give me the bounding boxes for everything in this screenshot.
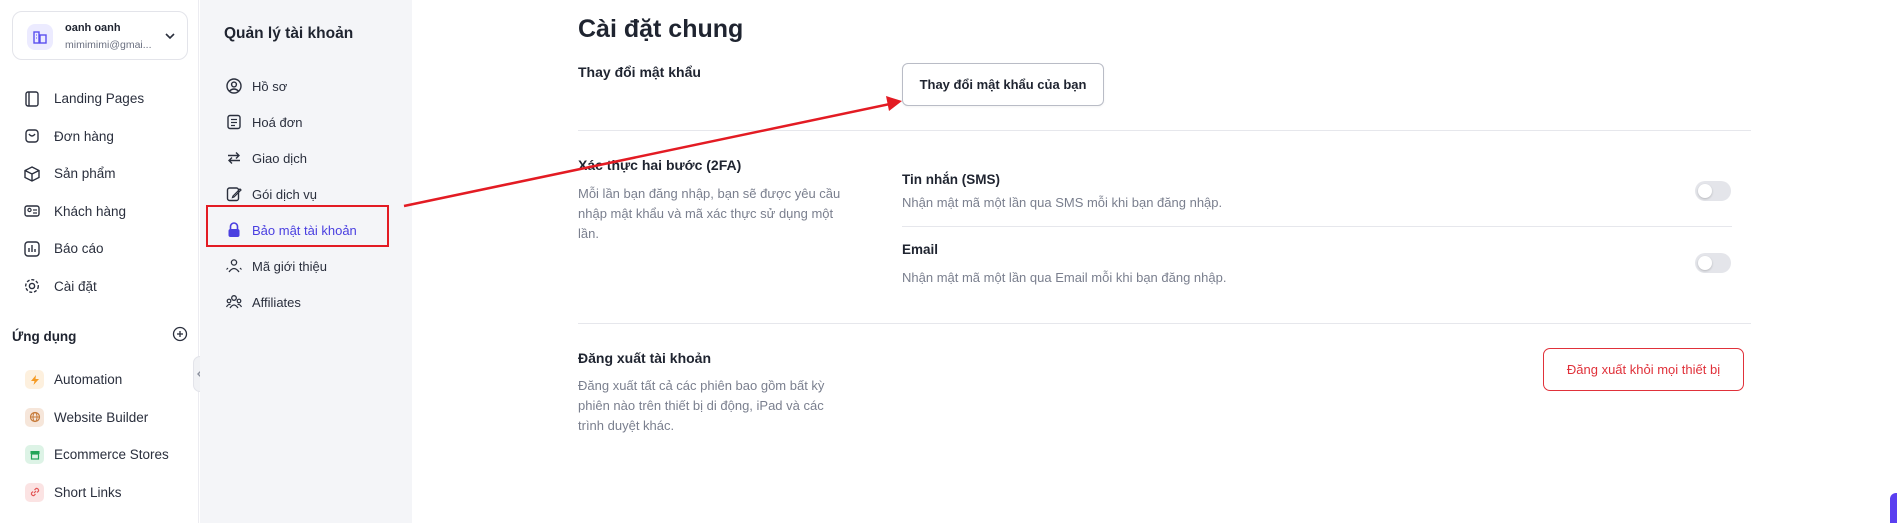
nav-label: Báo cáo [54,241,104,257]
website-builder-icon [25,407,44,427]
ecommerce-stores-icon [25,445,44,465]
logout-all-devices-button[interactable]: Đăng xuất khỏi mọi thiết bị [1543,348,1744,391]
menu-label: Affiliates [252,294,301,310]
main-nav: Landing Pages Đơn hàng Sản phẩm Khách hà… [22,80,144,305]
corner-widget[interactable] [1890,493,1897,523]
app-sidebar: oanh oanh mimimimi@gmai... Landing Pages… [0,0,199,523]
menu-label: Hoá đơn [252,114,303,130]
option-divider [902,226,1732,227]
sms-2fa-toggle[interactable] [1695,181,1731,201]
account-email: mimimimi@gmai... [65,39,152,51]
apps-list: Automation Website Builder Ecommerce Sto… [25,361,169,511]
nav-item-orders[interactable]: Đơn hàng [22,118,144,156]
logout-description: Đăng xuất tất cả các phiên bao gồm bất k… [578,378,825,433]
page-title: Cài đặt chung [578,15,744,43]
logout-label: Đăng xuất tài khoản [578,350,712,366]
sms-option-description: Nhận mật mã một lần qua SMS mỗi khi bạn … [902,195,1223,210]
email-option-title: Email [902,242,939,257]
app-item-short-links[interactable]: Short Links [25,474,169,512]
app-label: Ecommerce Stores [54,447,169,463]
nav-label: Sản phẩm [54,166,116,182]
automation-icon [25,370,44,390]
app-item-automation[interactable]: Automation [25,361,169,399]
chevron-down-icon [163,29,177,48]
menu-label: Giao dịch [252,150,307,166]
orders-icon [22,126,42,146]
annotation-highlight-box [206,205,389,247]
twofa-label: Xác thực hai bước (2FA) [578,157,742,173]
nav-item-settings[interactable]: Cài đặt [22,268,144,306]
app-label: Website Builder [54,409,149,425]
toggle-knob [1698,184,1712,198]
customers-icon [22,201,42,221]
settings-icon [22,276,42,296]
menu-label: Mã giới thiệu [252,258,328,274]
email-option-description: Nhận mật mã một lần qua Email mỗi khi bạ… [902,270,1227,285]
landing-pages-icon [22,89,42,109]
menu-item-referral-code[interactable]: Mã giới thiệu [224,248,357,284]
nav-label: Cài đặt [54,278,97,294]
nav-label: Đơn hàng [54,128,114,144]
referral-icon [224,256,244,276]
short-links-icon [25,482,44,502]
nav-item-landing-pages[interactable]: Landing Pages [22,80,144,118]
change-password-label: Thay đổi mật khẩu [578,64,701,80]
nav-label: Khách hàng [54,203,127,219]
app-label: Automation [54,372,123,388]
account-menu-list: Hồ sơ Hoá đơn Giao dịch Gói dịch vụ Bảo … [224,68,357,320]
invoice-icon [224,112,244,132]
transactions-icon [224,148,244,168]
nav-item-products[interactable]: Sản phẩm [22,155,144,193]
sms-option-title: Tin nhắn (SMS) [902,172,1000,187]
apps-header: Ứng dụng [12,326,188,346]
nav-item-reports[interactable]: Báo cáo [22,230,144,268]
products-icon [22,164,42,184]
section-divider [578,130,1751,131]
menu-item-profile[interactable]: Hồ sơ [224,68,357,104]
menu-label: Hồ sơ [252,78,288,94]
menu-label: Gói dịch vụ [252,186,318,202]
menu-item-transactions[interactable]: Giao dịch [224,140,357,176]
account-name: oanh oanh [65,22,121,34]
building-icon [27,24,53,50]
affiliates-icon [224,292,244,312]
apps-title: Ứng dụng [12,328,77,344]
app-label: Short Links [54,484,122,500]
menu-item-invoice[interactable]: Hoá đơn [224,104,357,140]
add-app-icon[interactable] [172,326,188,347]
service-plan-icon [224,184,244,204]
section-divider [578,323,1751,324]
nav-label: Landing Pages [54,91,145,107]
app-item-ecommerce-stores[interactable]: Ecommerce Stores [25,436,169,474]
app-item-website-builder[interactable]: Website Builder [25,399,169,437]
change-password-button[interactable]: Thay đổi mật khẩu của bạn [902,63,1104,106]
nav-item-customers[interactable]: Khách hàng [22,193,144,231]
profile-icon [224,76,244,96]
account-switcher[interactable]: oanh oanh mimimimi@gmai... [12,11,188,60]
account-management-sidebar: Quản lý tài khoản Hồ sơ Hoá đơn Giao dịc… [200,0,412,523]
twofa-description: Mỗi lần bạn đăng nhập, bạn sẽ được yêu c… [578,186,841,241]
toggle-knob [1698,256,1712,270]
reports-icon [22,239,42,259]
menu-item-affiliates[interactable]: Affiliates [224,284,357,320]
account-management-title: Quản lý tài khoản [224,25,354,42]
email-2fa-toggle[interactable] [1695,253,1731,273]
